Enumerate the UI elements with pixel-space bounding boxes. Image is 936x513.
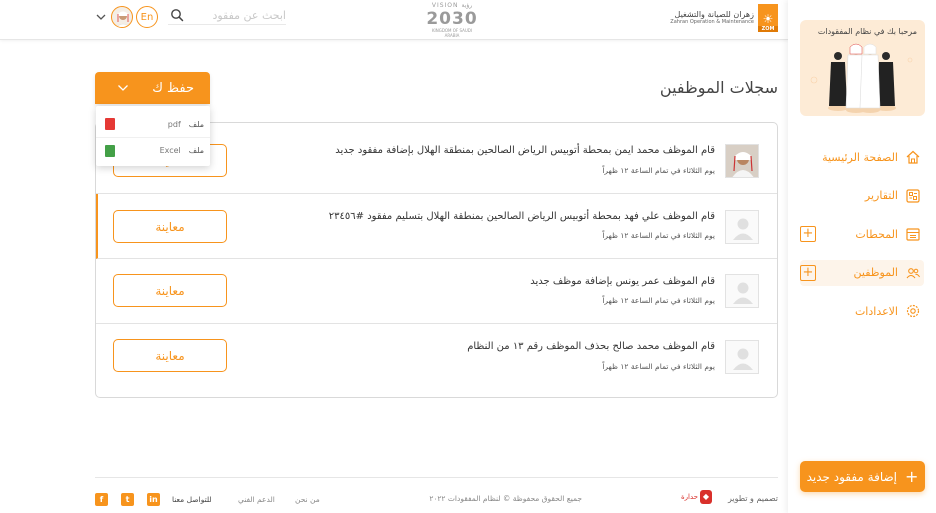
search-icon[interactable] <box>170 8 184 22</box>
top-header: زهران للصيانة والتشغيل Zahran Operation … <box>0 0 788 40</box>
sidebar-item-label: الصفحة الرئيسية <box>822 150 898 164</box>
footer: تصميم و تطوير حدارة ◆ جميع الحقوق محفوظة… <box>95 488 778 510</box>
log-message: قام الموظف محمد صالح بحذف الموظف رقم ١٣ … <box>467 341 715 352</box>
log-time: يوم الثلاثاء في تمام الساعة ١٢ ظهراً <box>602 231 715 240</box>
save-as-button[interactable]: حفظ ك <box>95 72 210 104</box>
add-lost-item-button[interactable]: إضافة مفقود جديد + <box>800 461 925 492</box>
log-message: قام الموظف علي فهد بمحطة أتوبيس الرياض ا… <box>328 211 715 222</box>
user-avatar-image <box>116 11 130 27</box>
footer-copyright: جميع الحقوق محفوظة © لنظام المفقودات ٢٠٢… <box>429 494 582 503</box>
user-placeholder-icon <box>733 282 753 304</box>
log-message: قام الموظف محمد ايمن بمحطة أتوبيس الرياض… <box>335 145 715 156</box>
employee-photo-placeholder <box>725 210 759 244</box>
sidebar-item-employees[interactable]: + الموظفين <box>800 259 924 286</box>
search-box <box>168 5 286 25</box>
footer-contact-label: للتواصل معنا <box>172 495 212 504</box>
sidebar-nav: الصفحة الرئيسية التقارير + المحطات + الم… <box>800 144 924 337</box>
pdf-file-icon <box>105 118 115 130</box>
plus-icon: + <box>905 466 919 486</box>
page-title: سجلات الموظفين <box>659 78 778 97</box>
chevron-down-icon[interactable] <box>95 12 107 22</box>
export-dropdown-menu: pdf ملف Excel ملف <box>96 106 210 166</box>
footer-design-credit: تصميم و تطوير <box>727 494 778 503</box>
sidebar-item-home[interactable]: الصفحة الرئيسية <box>800 144 924 170</box>
linkedin-icon[interactable]: in <box>147 493 160 506</box>
employees-icon <box>904 264 922 282</box>
user-avatar[interactable] <box>111 6 133 28</box>
view-button[interactable]: معاينة <box>113 339 227 372</box>
brand-logo[interactable]: زهران للصيانة والتشغيل Zahran Operation … <box>670 3 778 33</box>
brand-english-name: Zahran Operation & Maintenance <box>670 18 754 25</box>
log-message: قام الموظف عمر يونس بإضافة موظف جديد <box>530 276 715 287</box>
home-icon <box>904 148 922 166</box>
log-time: يوم الثلاثاء في تمام الساعة ١٢ ظهراً <box>602 166 715 175</box>
welcome-banner: مرحبا بك في نظام المفقودات <box>800 20 925 116</box>
user-placeholder-icon <box>733 348 753 370</box>
chevron-down-icon <box>118 85 128 91</box>
sidebar-item-label: الموظفين <box>853 266 898 279</box>
developer-logo[interactable]: حدارة ◆ <box>681 490 712 504</box>
expand-plus-icon[interactable]: + <box>800 264 816 281</box>
sidebar: مرحبا بك في نظام المفقودات الصفحة الرئيس… <box>788 0 936 513</box>
sidebar-item-reports[interactable]: التقارير <box>800 183 924 209</box>
save-as-label: حفظ ك <box>152 80 194 96</box>
facebook-icon[interactable]: f <box>95 493 108 506</box>
sidebar-item-settings[interactable]: الاعدادات <box>800 298 924 324</box>
employee-photo-placeholder <box>725 274 759 308</box>
list-item: قام الموظف محمد صالح بحذف الموظف رقم ١٣ … <box>96 324 777 397</box>
excel-file-icon <box>105 144 115 157</box>
employee-photo <box>725 144 759 178</box>
employees-illustration <box>810 43 913 113</box>
sidebar-item-label: الاعدادات <box>854 304 898 318</box>
brand-mark-icon: ☀ ZOM <box>758 4 778 32</box>
twitter-icon[interactable]: t <box>121 493 134 506</box>
export-excel-option[interactable]: Excel ملف <box>96 137 210 163</box>
language-toggle-button[interactable]: En <box>136 6 158 28</box>
sidebar-item-label: التقارير <box>864 189 898 202</box>
reports-icon <box>904 187 922 205</box>
view-button[interactable]: معاينة <box>113 274 227 307</box>
expand-plus-icon[interactable]: + <box>800 226 816 242</box>
footer-divider <box>95 477 778 478</box>
stations-icon <box>904 225 922 243</box>
list-item: قام الموظف علي فهد بمحطة أتوبيس الرياض ا… <box>96 194 777 259</box>
log-time: يوم الثلاثاء في تمام الساعة ١٢ ظهراً <box>602 362 715 371</box>
log-time: يوم الثلاثاء في تمام الساعة ١٢ ظهراً <box>602 296 715 305</box>
search-input[interactable] <box>190 7 286 23</box>
employee-photo-placeholder <box>725 340 759 374</box>
sidebar-item-stations[interactable]: + المحطات <box>800 221 924 247</box>
settings-icon <box>904 302 922 320</box>
footer-link-about[interactable]: من نحن <box>295 495 320 504</box>
vision-2030-logo: VISION رؤية 2030 KINGDOM OF SAUDI ARABIA <box>426 2 478 38</box>
export-pdf-option[interactable]: pdf ملف <box>96 111 210 137</box>
developer-logo-icon: ◆ <box>700 490 712 504</box>
sidebar-item-label: المحطات <box>855 227 898 241</box>
user-placeholder-icon <box>733 218 753 240</box>
view-button[interactable]: معاينة <box>113 210 227 243</box>
footer-link-support[interactable]: الدعم الفني <box>238 495 275 504</box>
list-item: قام الموظف عمر يونس بإضافة موظف جديد يوم… <box>96 259 777 324</box>
